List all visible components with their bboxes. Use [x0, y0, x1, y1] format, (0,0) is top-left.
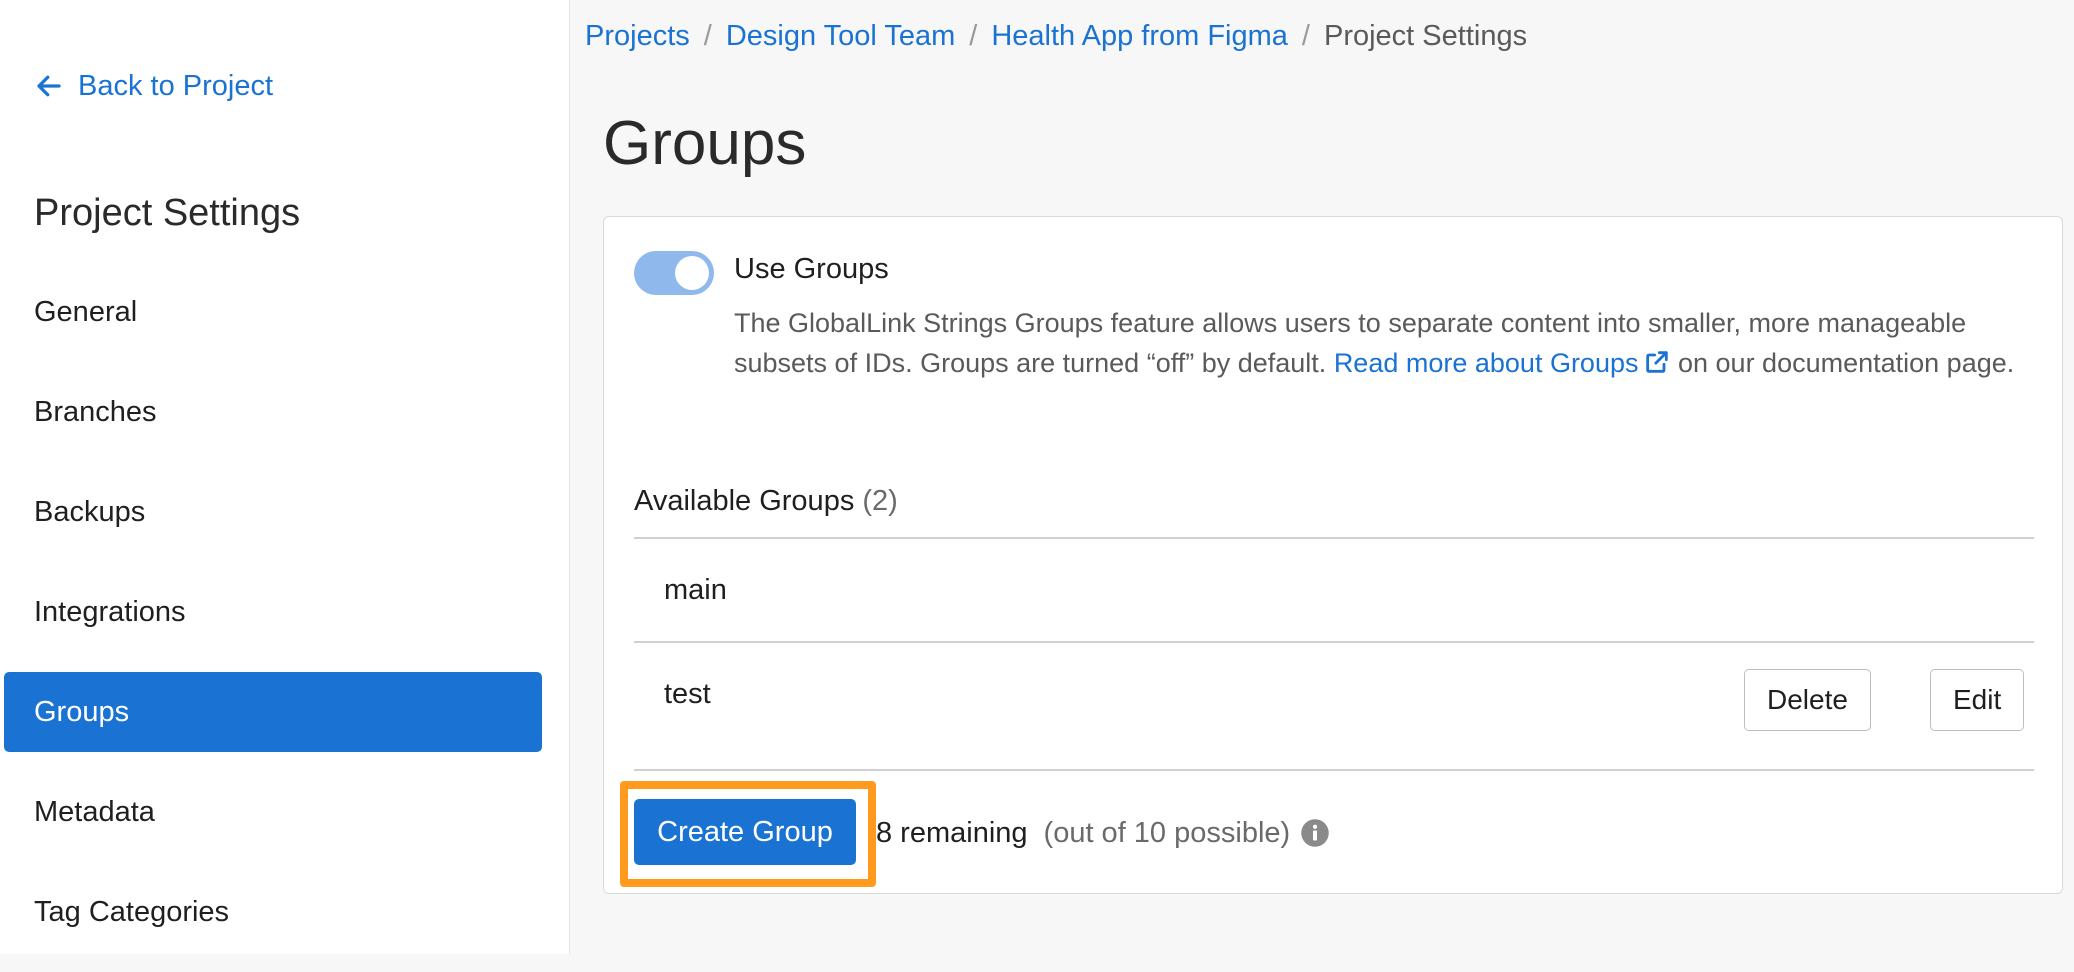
use-groups-label: Use Groups: [734, 253, 889, 285]
possible-count: (out of 10 possible): [1043, 816, 1291, 849]
use-groups-toggle[interactable]: [634, 251, 714, 295]
sidebar-item-metadata[interactable]: Metadata: [4, 772, 542, 852]
arrow-left-icon: [37, 75, 61, 97]
sidebar-item-groups[interactable]: Groups: [4, 672, 542, 752]
breadcrumb-health-app[interactable]: Health App from Figma: [991, 20, 1288, 53]
sidebar-item-backups[interactable]: Backups: [4, 472, 542, 552]
remaining-count: 8 remaining: [876, 816, 1028, 849]
group-row: main: [634, 539, 2034, 641]
delete-group-button[interactable]: Delete: [1744, 669, 1871, 731]
breadcrumb-separator: /: [703, 19, 712, 52]
available-groups-heading: Available Groups (2): [634, 485, 898, 518]
main-content: Projects / Design Tool Team / Health App…: [571, 0, 2074, 954]
divider: [634, 769, 2034, 771]
read-more-label: Read more about Groups: [1333, 348, 1639, 378]
sidebar-item-general[interactable]: General: [4, 272, 542, 352]
edit-group-button[interactable]: Edit: [1930, 669, 2025, 731]
info-icon[interactable]: [1300, 818, 1330, 848]
sidebar: Back to Project Project Settings General…: [0, 0, 570, 954]
create-group-button[interactable]: Create Group: [634, 799, 856, 865]
group-name: test: [664, 678, 711, 710]
breadcrumb-current: Project Settings: [1323, 19, 1528, 52]
read-more-groups-link[interactable]: Read more about Groups: [1334, 348, 1671, 378]
breadcrumb-design-tool-team[interactable]: Design Tool Team: [726, 20, 955, 53]
breadcrumb-separator: /: [969, 19, 978, 52]
available-groups-label: Available Groups: [634, 485, 855, 517]
toggle-knob: [675, 256, 709, 290]
group-row: test Delete Edit: [634, 643, 2034, 745]
breadcrumb-projects[interactable]: Projects: [585, 20, 690, 53]
group-name: main: [664, 574, 727, 606]
settings-nav: General Branches Backups Integrations Gr…: [4, 272, 542, 972]
description-text-end: on our documentation page.: [1670, 348, 2015, 378]
back-to-project-link[interactable]: Back to Project: [34, 64, 273, 108]
sidebar-item-tag-categories[interactable]: Tag Categories: [4, 872, 542, 952]
sidebar-item-branches[interactable]: Branches: [4, 372, 542, 452]
groups-remaining: 8 remaining (out of 10 possible): [876, 813, 1330, 853]
breadcrumb-separator: /: [1301, 19, 1310, 52]
groups-card: Use Groups The GlobalLink Strings Groups…: [603, 216, 2063, 894]
breadcrumb: Projects / Design Tool Team / Health App…: [585, 14, 1527, 58]
sidebar-title: Project Settings: [34, 192, 301, 234]
available-groups-count: (2): [862, 485, 898, 517]
groups-description: The GlobalLink Strings Groups feature al…: [734, 303, 2044, 383]
external-link-icon: [1645, 351, 1668, 373]
sidebar-item-integrations[interactable]: Integrations: [4, 572, 542, 652]
back-to-project-label: Back to Project: [78, 69, 274, 102]
page-title: Groups: [603, 109, 807, 178]
